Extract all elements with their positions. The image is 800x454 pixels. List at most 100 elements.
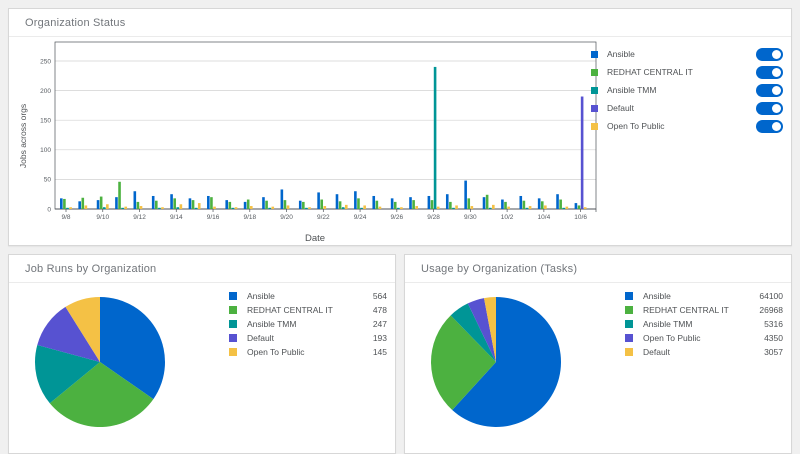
legend-label: REDHAT CENTRAL IT xyxy=(643,305,759,315)
bar-ansible xyxy=(336,194,339,209)
bar-redhat-central-it xyxy=(559,200,562,209)
x-tick-label: 10/2 xyxy=(501,214,514,221)
legend-label: Ansible TMM xyxy=(247,319,373,329)
bar-ansible xyxy=(354,191,357,209)
bar-open-to-public xyxy=(492,205,495,209)
y-tick-label: 200 xyxy=(40,88,51,95)
bar-redhat-central-it xyxy=(357,198,360,209)
legend-toggle-switch[interactable] xyxy=(756,84,783,97)
bar-open-to-public xyxy=(180,204,183,209)
legend-item-2: Ansible TMM5316 xyxy=(625,317,783,331)
bar-redhat-central-it xyxy=(229,202,232,209)
bar-open-to-public xyxy=(455,205,458,209)
bar-ansible-tmm xyxy=(268,208,271,209)
bar-ansible xyxy=(207,196,210,209)
usage-legend: Ansible64100REDHAT CENTRAL IT26968Ansibl… xyxy=(625,289,783,359)
legend-label: Ansible xyxy=(643,291,759,301)
org-status-title: Organization Status xyxy=(9,9,791,37)
bar-redhat-central-it xyxy=(339,201,342,209)
bar-redhat-central-it xyxy=(412,200,415,209)
legend-item-3: Default193 xyxy=(229,331,387,345)
bar-ansible-tmm xyxy=(342,207,345,209)
bar-open-to-public xyxy=(415,206,418,209)
y-tick-label: 50 xyxy=(44,177,52,184)
bar-open-to-public xyxy=(529,206,532,209)
legend-item-1: REDHAT CENTRAL IT xyxy=(591,65,783,79)
legend-toggle-switch[interactable] xyxy=(756,48,783,61)
legend-item-0: Ansible564 xyxy=(229,289,387,303)
bar-ansible xyxy=(556,194,559,209)
bar-open-to-public xyxy=(324,206,327,209)
bar-ansible-tmm xyxy=(121,208,124,209)
legend-value: 564 xyxy=(373,291,387,301)
legend-value: 247 xyxy=(373,319,387,329)
legend-value: 5316 xyxy=(764,319,783,329)
bar-ansible xyxy=(262,197,265,209)
legend-toggle-switch[interactable] xyxy=(756,120,783,133)
bar-open-to-public xyxy=(124,207,127,209)
bar-ansible xyxy=(446,194,449,209)
legend-value: 145 xyxy=(373,347,387,357)
bar-redhat-central-it xyxy=(320,200,323,209)
bar-redhat-central-it xyxy=(541,201,544,209)
legend-swatch xyxy=(591,69,598,76)
bar-ansible-tmm xyxy=(195,208,198,209)
x-tick-label: 9/18 xyxy=(243,214,256,221)
bar-open-to-public xyxy=(271,207,274,209)
bar-ansible xyxy=(409,197,412,209)
bar-ansible-tmm xyxy=(397,208,400,209)
bar-redhat-central-it xyxy=(118,182,121,209)
toggle-knob xyxy=(772,50,781,59)
bar-open-to-public xyxy=(345,205,348,209)
bar-ansible xyxy=(115,197,118,209)
bar-redhat-central-it xyxy=(394,202,397,209)
bar-open-to-public xyxy=(235,207,238,209)
x-tick-label: 10/4 xyxy=(538,214,551,221)
bar-redhat-central-it xyxy=(578,205,581,209)
bar-ansible-tmm xyxy=(489,208,492,209)
legend-swatch xyxy=(229,334,237,342)
bar-redhat-central-it xyxy=(486,195,489,209)
bar-redhat-central-it xyxy=(63,199,66,209)
legend-item-1: REDHAT CENTRAL IT26968 xyxy=(625,303,783,317)
bar-open-to-public xyxy=(106,204,109,209)
legend-swatch xyxy=(625,292,633,300)
y-tick-label: 250 xyxy=(40,58,51,65)
x-tick-label: 9/10 xyxy=(96,214,109,221)
legend-swatch xyxy=(625,334,633,342)
bar-ansible-tmm xyxy=(434,67,437,209)
bar-open-to-public xyxy=(471,206,474,209)
bar-open-to-public xyxy=(161,207,164,209)
bar-ansible xyxy=(97,200,100,209)
bar-redhat-central-it xyxy=(376,201,379,209)
toggle-knob xyxy=(772,86,781,95)
bar-redhat-central-it xyxy=(192,200,195,209)
x-tick-label: 9/8 xyxy=(61,214,70,221)
bar-ansible-tmm xyxy=(360,208,363,209)
legend-value: 193 xyxy=(373,333,387,343)
legend-label: REDHAT CENTRAL IT xyxy=(247,305,373,315)
legend-toggle-switch[interactable] xyxy=(756,102,783,115)
legend-label: Default xyxy=(247,333,373,343)
bar-ansible xyxy=(281,189,284,209)
bar-ansible xyxy=(189,198,192,209)
job-runs-panel: Job Runs by Organization Ansible564REDHA… xyxy=(8,254,396,454)
legend-swatch xyxy=(591,87,598,94)
bar-redhat-central-it xyxy=(431,200,434,209)
bar-ansible-tmm xyxy=(176,207,179,209)
legend-swatch xyxy=(591,123,598,130)
bar-open-to-public xyxy=(507,207,510,209)
org-status-legend: AnsibleREDHAT CENTRAL ITAnsible TMMDefau… xyxy=(591,47,783,137)
bar-redhat-central-it xyxy=(504,202,507,209)
bar-open-to-public xyxy=(198,203,201,209)
x-tick-label: 9/22 xyxy=(317,214,330,221)
legend-toggle-switch[interactable] xyxy=(756,66,783,79)
legend-label: Open To Public xyxy=(247,347,373,357)
bar-ansible-tmm xyxy=(562,208,565,209)
bar-redhat-central-it xyxy=(210,197,213,209)
bar-open-to-public xyxy=(400,207,403,209)
bar-open-to-public xyxy=(379,207,382,209)
x-tick-label: 10/6 xyxy=(574,214,587,221)
legend-label: Open To Public xyxy=(607,121,756,131)
bar-ansible-tmm xyxy=(158,208,161,209)
